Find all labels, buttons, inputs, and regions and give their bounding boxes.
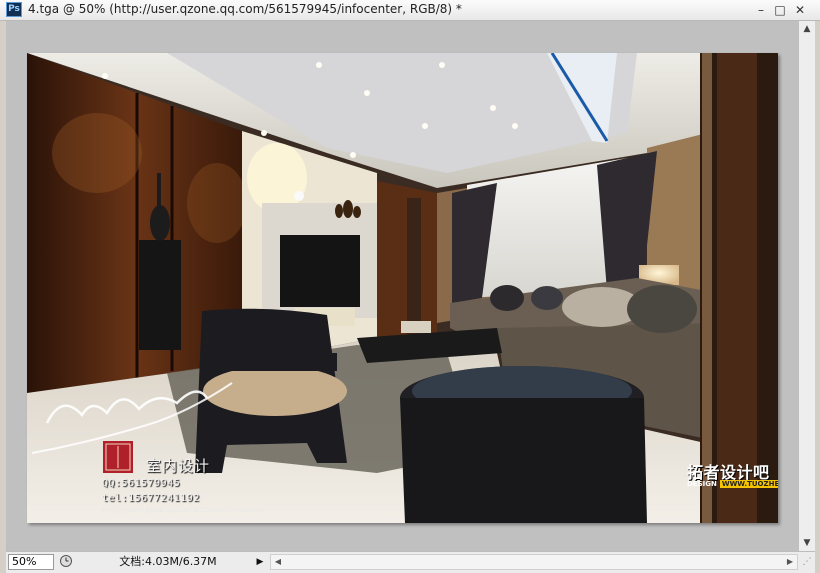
window-frame-edge <box>815 21 820 572</box>
horizontal-scrollbar[interactable]: ◀ ▶ <box>270 554 798 570</box>
document-size-info: 文档:4.03M/6.37M <box>119 555 217 568</box>
minimize-button[interactable]: – <box>752 2 770 18</box>
scroll-left-arrow-icon[interactable]: ◀ <box>271 555 285 569</box>
interior-rendering <box>27 53 778 523</box>
scroll-right-arrow-icon[interactable]: ▶ <box>783 555 797 569</box>
document-image[interactable]: 室内设计 QQ:561579945 tel:15677241192 http:/… <box>27 53 778 523</box>
maximize-button[interactable]: □ <box>771 2 789 18</box>
title-bar: Ps 4.tga @ 50% (http://user.qzone.qq.com… <box>0 0 820 21</box>
window-title: 4.tga @ 50% (http://user.qzone.qq.com/56… <box>28 2 462 16</box>
watermark-qq: QQ:561579945 <box>102 478 181 489</box>
watermark-brand-url: WWW.TUOZHE8.COM <box>719 480 778 488</box>
watermark-brand-sub: DESIGNWWW.TUOZHE8.COM <box>687 480 778 488</box>
close-button[interactable]: ✕ <box>791 2 809 18</box>
watermark-brand-sub-left: DESIGN <box>687 480 717 488</box>
vertical-scrollbar[interactable]: ▲ ▼ <box>798 21 815 551</box>
watermark-url: http://user.qzone.qq.com/561579945/infoc… <box>102 507 265 514</box>
status-bar: 50% 文档:4.03M/6.37M ▶ ◀ ▶ ⋰ <box>6 551 815 573</box>
scroll-down-arrow-icon[interactable]: ▼ <box>799 535 815 551</box>
resize-grip-icon[interactable]: ⋰ <box>801 556 813 568</box>
status-options-icon[interactable] <box>58 554 74 570</box>
status-menu-arrow-icon[interactable]: ▶ <box>254 554 266 570</box>
clock-icon <box>60 555 72 567</box>
zoom-level-field[interactable]: 50% <box>8 554 54 570</box>
scroll-up-arrow-icon[interactable]: ▲ <box>799 21 815 37</box>
watermark-tel: tel:15677241192 <box>102 493 200 504</box>
photoshop-icon: Ps <box>6 2 22 17</box>
watermark-design-text: 室内设计 <box>146 457 211 475</box>
